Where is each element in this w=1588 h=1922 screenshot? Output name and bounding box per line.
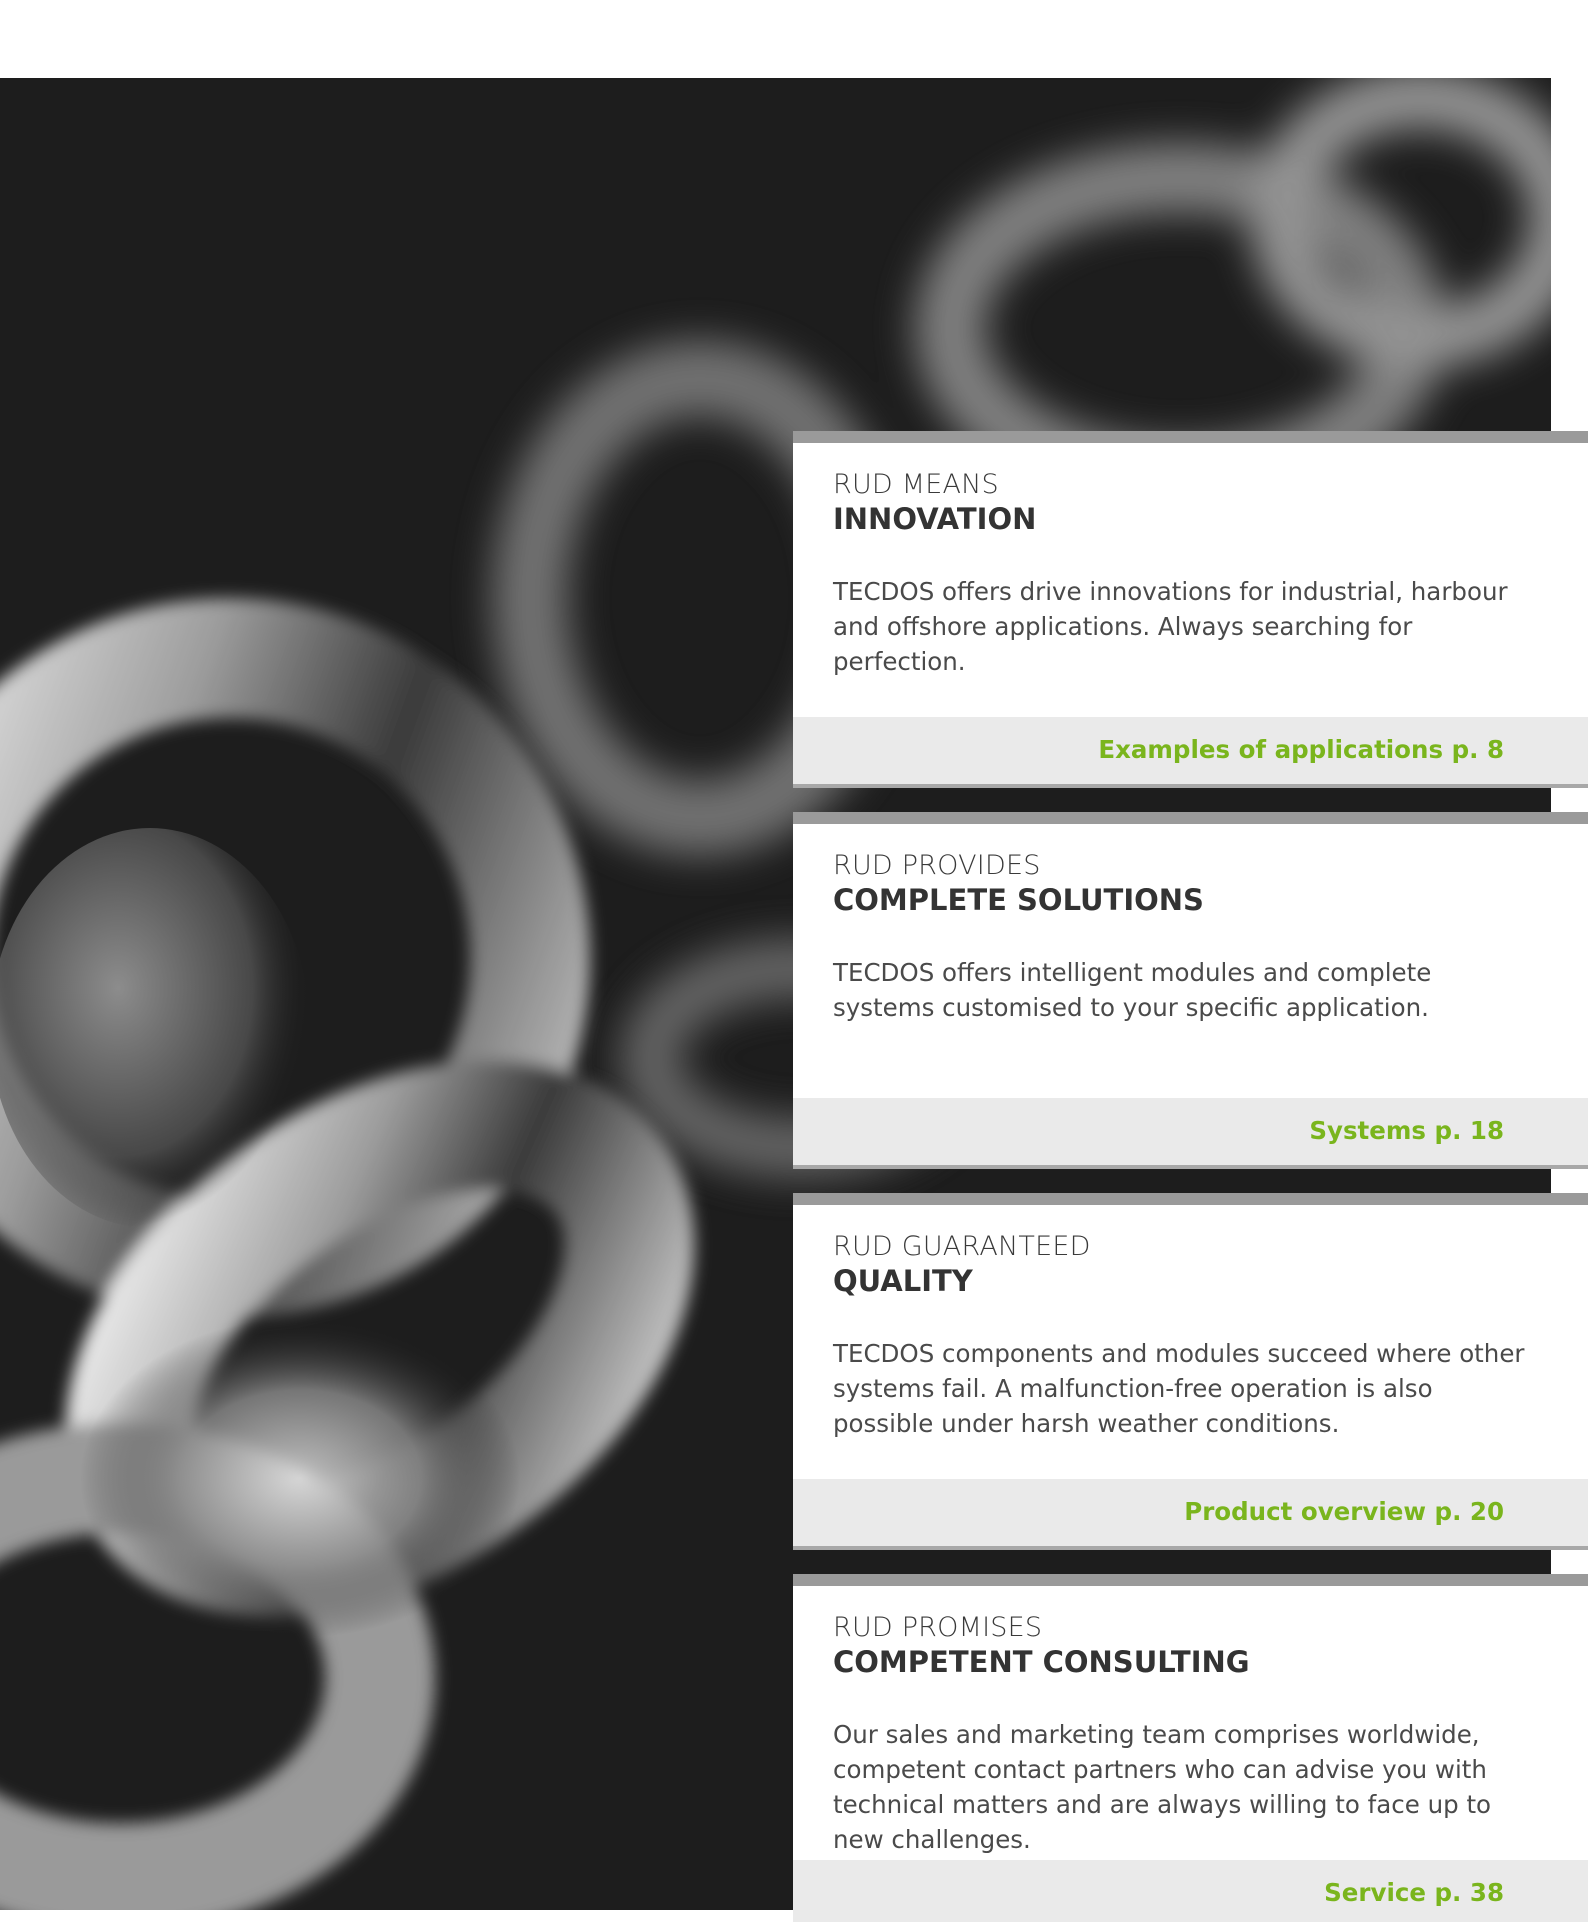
card-text: TECDOS components and modules succeed wh… [833, 1339, 1525, 1438]
card-complete-solutions: RUD PROVIDES COMPLETE SOLUTIONS TECDOS o… [793, 812, 1588, 1169]
card-kicker: RUD MEANS [833, 469, 999, 500]
card-kicker: RUD PROMISES [833, 1612, 1043, 1643]
systems-link[interactable]: Systems p. 18 [1309, 1116, 1504, 1145]
service-link[interactable]: Service p. 38 [1324, 1878, 1504, 1907]
card-footer: Product overview p. 20 [793, 1479, 1588, 1550]
product-overview-link[interactable]: Product overview p. 20 [1184, 1497, 1504, 1526]
card-footer: Service p. 38 [793, 1860, 1588, 1922]
examples-link[interactable]: Examples of applications p. 8 [1098, 735, 1504, 764]
card-footer: Examples of applications p. 8 [793, 717, 1588, 788]
card-headline: INNOVATION [833, 502, 1037, 536]
card-headline: COMPETENT CONSULTING [833, 1645, 1250, 1679]
card-text: TECDOS offers drive innovations for indu… [833, 577, 1508, 676]
card-innovation: RUD MEANS INNOVATION TECDOS offers drive… [793, 431, 1588, 788]
card-text: TECDOS offers intelligent modules and co… [833, 958, 1432, 1022]
card-headline: COMPLETE SOLUTIONS [833, 883, 1204, 917]
card-kicker: RUD GUARANTEED [833, 1231, 1091, 1262]
card-consulting: RUD PROMISES COMPETENT CONSULTING Our sa… [793, 1574, 1588, 1922]
card-quality: RUD GUARANTEED QUALITY TECDOS components… [793, 1193, 1588, 1550]
card-kicker: RUD PROVIDES [833, 850, 1041, 881]
card-headline: QUALITY [833, 1264, 973, 1298]
card-footer: Systems p. 18 [793, 1098, 1588, 1169]
card-text: Our sales and marketing team comprises w… [833, 1720, 1492, 1854]
